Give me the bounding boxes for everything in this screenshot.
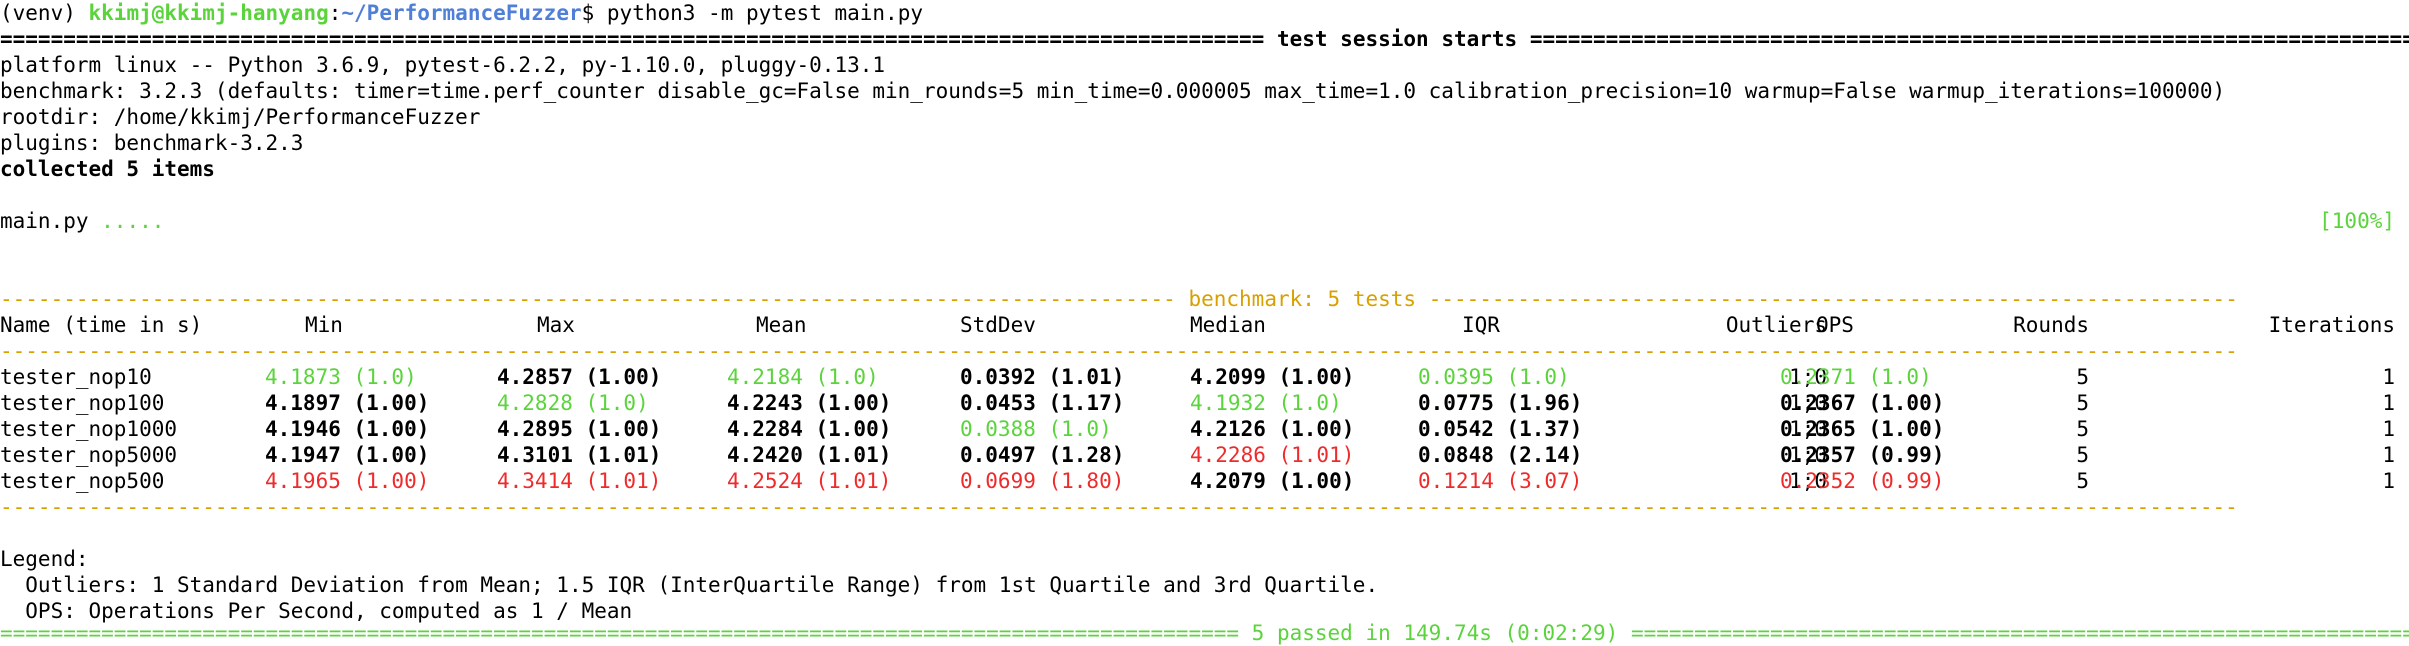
cell-iqr: 0.0395 (1.0) xyxy=(1418,365,1570,389)
cell-stddev: 0.0453 (1.17) xyxy=(960,391,1125,415)
cell-stddev: 0.0392 (1.01) xyxy=(960,365,1125,389)
prompt-dollar: $ xyxy=(581,1,595,25)
cell-rounds: 5 xyxy=(2076,417,2089,441)
test-file-line: main.py ..... xyxy=(0,208,164,234)
cell-mean: 4.2243 (1.00) xyxy=(727,391,892,415)
working-directory: ~/PerformanceFuzzer xyxy=(341,1,582,25)
legend-outliers: Outliers: 1 Standard Deviation from Mean… xyxy=(0,573,1379,597)
benchmark-title-rule: ----------------------------------------… xyxy=(0,286,2240,312)
plugins-line: plugins: benchmark-3.2.3 xyxy=(0,131,304,155)
cell-iqr: 0.0848 (2.14) xyxy=(1418,443,1583,467)
cell-iterations: 1 xyxy=(2382,417,2395,441)
cell-max: 4.2895 (1.00) xyxy=(497,417,662,441)
cell-median: 4.2286 (1.01) xyxy=(1190,443,1355,467)
shell-prompt-line: (venv) kkimj@kkimj-hanyang:~/Performance… xyxy=(0,0,923,26)
column-header-iqr: IQR xyxy=(1462,313,1500,337)
cell-max: 4.2828 (1.0) xyxy=(497,391,649,415)
benchmark-title: benchmark: 5 tests xyxy=(1175,287,1429,311)
column-header-ops: OPS xyxy=(1816,313,1854,337)
cell-mean: 4.2420 (1.01) xyxy=(727,443,892,467)
separator-right: ========================================… xyxy=(1529,27,2409,51)
cell-median: 4.2126 (1.00) xyxy=(1190,417,1355,441)
cell-ops: 0.2367 (1.00) xyxy=(1780,391,1945,415)
cell-stddev: 0.0699 (1.80) xyxy=(960,469,1125,493)
session-header: ========================================… xyxy=(0,26,2409,52)
cell-min: 4.1897 (1.00) xyxy=(265,391,430,415)
summary-text: 5 passed in 149.74s (0:02:29) xyxy=(1239,621,1631,645)
cell-min: 4.1946 (1.00) xyxy=(265,417,430,441)
user-host: kkimj@kkimj-hanyang xyxy=(88,1,329,25)
cell-name: tester_nop1000 xyxy=(0,417,178,441)
cell-name: tester_nop5000 xyxy=(0,443,178,467)
cell-mean: 4.2524 (1.01) xyxy=(727,469,892,493)
footer-right: ========================================… xyxy=(1630,621,2409,645)
column-header-min: Min xyxy=(305,313,343,337)
cell-ops: 0.2371 (1.0) xyxy=(1780,365,1932,389)
terminal-window[interactable]: (venv) kkimj@kkimj-hanyang:~/Performance… xyxy=(0,0,2409,645)
column-header-name: Name (time in s) xyxy=(0,313,203,337)
command-text: python3 -m pytest main.py xyxy=(594,1,923,25)
cell-mean: 4.2284 (1.00) xyxy=(727,417,892,441)
dash-left: ----------------------------------------… xyxy=(0,287,1176,311)
cell-max: 4.3101 (1.01) xyxy=(497,443,662,467)
rootdir-line: rootdir: /home/kkimj/PerformanceFuzzer xyxy=(0,105,481,129)
header-rule: ----------------------------------------… xyxy=(0,339,2240,363)
cell-stddev: 0.0497 (1.28) xyxy=(960,443,1125,467)
cell-iqr: 0.0542 (1.37) xyxy=(1418,417,1583,441)
cell-min: 4.1965 (1.00) xyxy=(265,469,430,493)
cell-ops: 0.2365 (1.00) xyxy=(1780,417,1945,441)
platform-line: platform linux -- Python 3.6.9, pytest-6… xyxy=(0,53,886,77)
test-file-name: main.py xyxy=(0,209,89,233)
cell-rounds: 5 xyxy=(2076,469,2089,493)
cell-median: 4.1932 (1.0) xyxy=(1190,391,1342,415)
column-header-mean: Mean xyxy=(756,313,807,337)
benchmark-config-line: benchmark: 3.2.3 (defaults: timer=time.p… xyxy=(0,79,2226,103)
cell-name: tester_nop500 xyxy=(0,469,165,493)
cell-iterations: 1 xyxy=(2382,443,2395,467)
legend-title: Legend: xyxy=(0,547,89,571)
table-bottom-rule: ----------------------------------------… xyxy=(0,495,2240,519)
test-progress-dots: ..... xyxy=(88,209,165,233)
cell-mean: 4.2184 (1.0) xyxy=(727,365,879,389)
cell-name: tester_nop10 xyxy=(0,365,152,389)
cell-ops: 0.2357 (0.99) xyxy=(1780,443,1945,467)
cell-iqr: 0.1214 (3.07) xyxy=(1418,469,1583,493)
cell-iterations: 1 xyxy=(2382,391,2395,415)
column-header-stddev: StdDev xyxy=(960,313,1036,337)
cell-rounds: 5 xyxy=(2076,365,2089,389)
venv-label: (venv) xyxy=(0,1,76,25)
cell-max: 4.2857 (1.00) xyxy=(497,365,662,389)
cell-min: 4.1947 (1.00) xyxy=(265,443,430,467)
footer-left: ========================================… xyxy=(0,621,1240,645)
cell-iterations: 1 xyxy=(2382,469,2395,493)
cell-max: 4.3414 (1.01) xyxy=(497,469,662,493)
collected-line: collected 5 items xyxy=(0,157,215,181)
session-header-text: test session starts xyxy=(1264,27,1530,51)
cell-name: tester_nop100 xyxy=(0,391,165,415)
column-header-outliers: Outliers xyxy=(1725,313,1827,337)
dash-right: ----------------------------------------… xyxy=(1428,287,2240,311)
column-header-iterations: Iterations xyxy=(2268,313,2395,337)
cell-rounds: 5 xyxy=(2076,391,2089,415)
column-header-max: Max xyxy=(537,313,575,337)
summary-footer: ========================================… xyxy=(0,620,2409,646)
cell-ops: 0.2352 (0.99) xyxy=(1780,469,1945,493)
cell-iterations: 1 xyxy=(2382,365,2395,389)
separator-left: ========================================… xyxy=(0,27,1265,51)
progress-percent: [100%] xyxy=(2319,209,2395,233)
prompt-colon: : xyxy=(328,1,342,25)
column-header-median: Median xyxy=(1190,313,1266,337)
cell-min: 4.1873 (1.0) xyxy=(265,365,417,389)
column-header-rounds: Rounds xyxy=(2013,313,2089,337)
cell-iqr: 0.0775 (1.96) xyxy=(1418,391,1583,415)
cell-rounds: 5 xyxy=(2076,443,2089,467)
cell-median: 4.2099 (1.00) xyxy=(1190,365,1355,389)
cell-median: 4.2079 (1.00) xyxy=(1190,469,1355,493)
cell-stddev: 0.0388 (1.0) xyxy=(960,417,1112,441)
